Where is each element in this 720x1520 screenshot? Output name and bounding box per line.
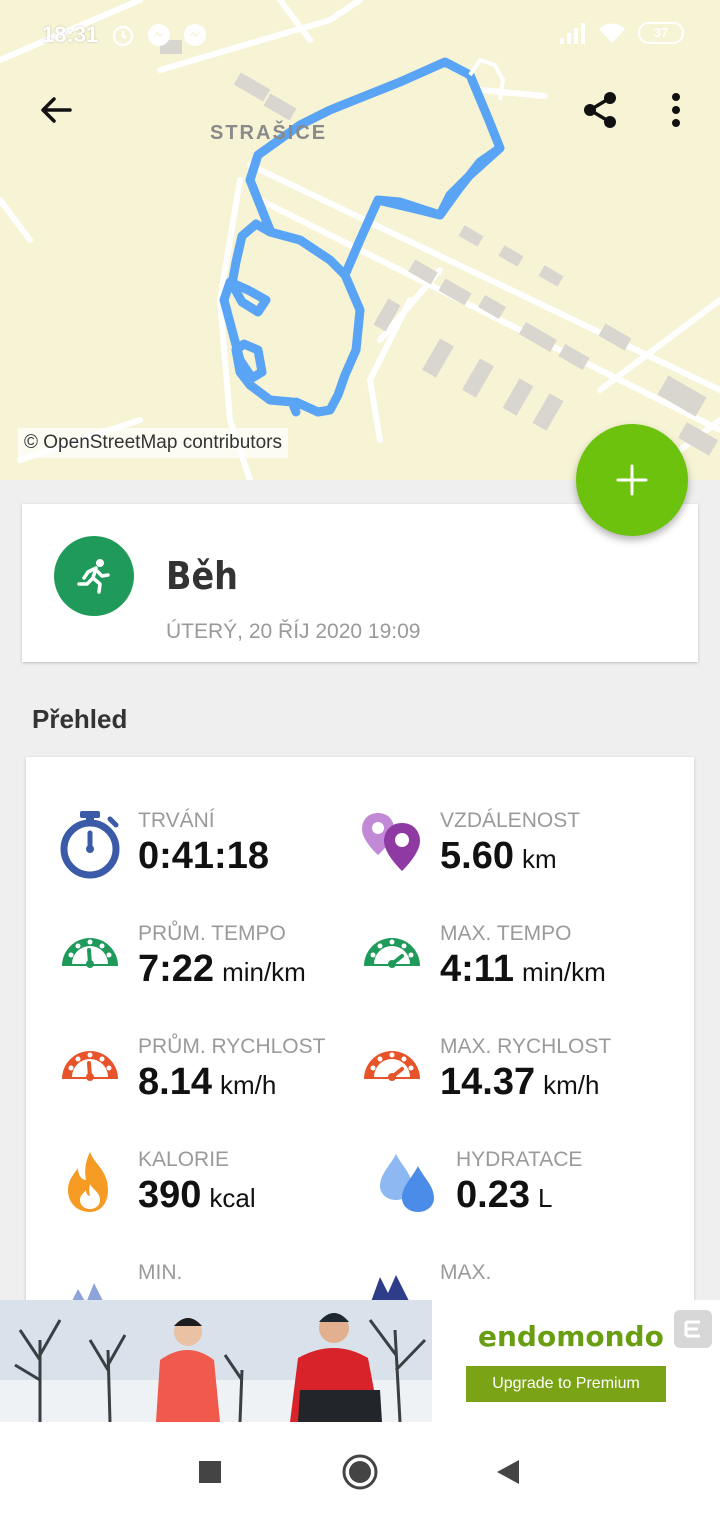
system-status-icons: 37	[558, 22, 684, 44]
stat-unit: min/km	[521, 957, 606, 987]
stat-unit: km/h	[219, 1070, 277, 1100]
system-nav-bar	[0, 1422, 720, 1520]
back-arrow-icon	[41, 97, 72, 123]
messenger-icon	[148, 24, 170, 46]
back-button[interactable]	[28, 82, 84, 138]
stat-label: TRVÁNÍ	[138, 809, 215, 832]
stopwatch-icon	[60, 811, 120, 879]
alarm-icon	[112, 25, 134, 47]
messenger-icon	[184, 24, 206, 46]
overview-title: Přehled	[32, 704, 128, 734]
stat-number: 4:11	[440, 948, 514, 990]
upgrade-premium-button[interactable]: Upgrade to Premium	[466, 1366, 666, 1402]
home-button[interactable]	[340, 1452, 380, 1492]
map-attribution[interactable]: © OpenStreetMap contributors	[18, 428, 288, 458]
ad-brand-logo: endomondo	[478, 1320, 664, 1353]
stat-label: KALORIE	[138, 1148, 230, 1171]
stat-label: MAX. RYCHLOST	[440, 1035, 612, 1058]
stat-unit: kcal	[209, 1183, 256, 1213]
stat-value: 8.14 km/h	[138, 1061, 276, 1104]
stat-unit: min/km	[222, 957, 306, 987]
stat-value: 390 kcal	[138, 1174, 256, 1217]
stat-number: 5.60	[440, 835, 514, 877]
share-icon	[584, 92, 616, 128]
battery-icon: 37	[638, 22, 684, 44]
gauge-icon	[364, 938, 420, 968]
flame-icon	[68, 1152, 108, 1212]
stat-number: 14.37	[440, 1061, 536, 1103]
more-options-button[interactable]	[648, 82, 704, 138]
stat-unit: km	[521, 844, 557, 874]
circle-icon	[342, 1454, 378, 1490]
activity-card: Běh ÚTERÝ, 20 ŘÍJ 2020 19:09	[22, 504, 698, 662]
status-bar: 18:31 37	[0, 0, 720, 70]
map-background	[0, 0, 720, 480]
stat-value: 5.60 km	[440, 835, 557, 878]
stat-label: MIN.	[138, 1261, 183, 1284]
wifi-icon	[599, 23, 625, 43]
ad-info-icon[interactable]	[674, 1310, 712, 1348]
overview-card: TRVÁNÍ 0:41:18 VZDÁLENOST 5.60 km PRŮM. T…	[26, 757, 694, 1317]
stat-unit: km/h	[543, 1070, 600, 1100]
stat-label: MAX.	[440, 1261, 492, 1284]
stat-value: 4:11 min/km	[440, 948, 606, 991]
ad-runners-image	[0, 1300, 432, 1422]
stat-value: 14.37 km/h	[440, 1061, 599, 1104]
route-map[interactable]: STRAŠICE 18:31 37 © OpenStreetMap contri…	[0, 0, 720, 480]
status-time: 18:31	[42, 22, 99, 47]
square-icon	[199, 1461, 221, 1483]
back-nav-button[interactable]	[488, 1452, 528, 1492]
stat-number: 8.14	[138, 1061, 212, 1103]
plus-icon	[616, 464, 648, 496]
stat-label: PRŮM. RYCHLOST	[138, 1035, 326, 1058]
share-button[interactable]	[572, 82, 628, 138]
stat-label: HYDRATACE	[456, 1148, 583, 1171]
recents-button[interactable]	[190, 1452, 230, 1492]
stat-number: 390	[138, 1174, 202, 1216]
stat-number: 0:41:18	[138, 835, 269, 877]
speedometer-icon	[364, 1051, 420, 1081]
location-pins-icon	[362, 813, 420, 871]
notification-icons	[110, 22, 208, 48]
activity-title: Běh	[166, 554, 238, 598]
water-drops-icon	[380, 1154, 434, 1212]
stat-number: 0.23	[456, 1174, 530, 1216]
speedometer-icon	[62, 1051, 118, 1081]
stat-label: PRŮM. TEMPO	[138, 922, 286, 945]
running-person-icon	[54, 536, 134, 616]
stat-label: MAX. TEMPO	[440, 922, 572, 945]
map-place-label: STRAŠICE	[210, 122, 328, 144]
triangle-back-icon	[497, 1460, 519, 1484]
stat-value: 0.23 L	[456, 1174, 552, 1217]
add-button[interactable]	[576, 424, 688, 536]
activity-date: ÚTERÝ, 20 ŘÍJ 2020 19:09	[166, 620, 421, 643]
gauge-icon	[62, 938, 118, 968]
stat-value: 0:41:18	[138, 835, 277, 878]
more-vert-icon	[672, 93, 680, 127]
stat-unit: L	[537, 1183, 553, 1213]
stat-number: 7:22	[138, 948, 215, 990]
signal-icon	[560, 23, 585, 44]
stat-label: VZDÁLENOST	[440, 809, 581, 832]
ad-banner[interactable]: endomondo Upgrade to Premium	[0, 1300, 720, 1422]
stat-value: 7:22 min/km	[138, 948, 306, 991]
